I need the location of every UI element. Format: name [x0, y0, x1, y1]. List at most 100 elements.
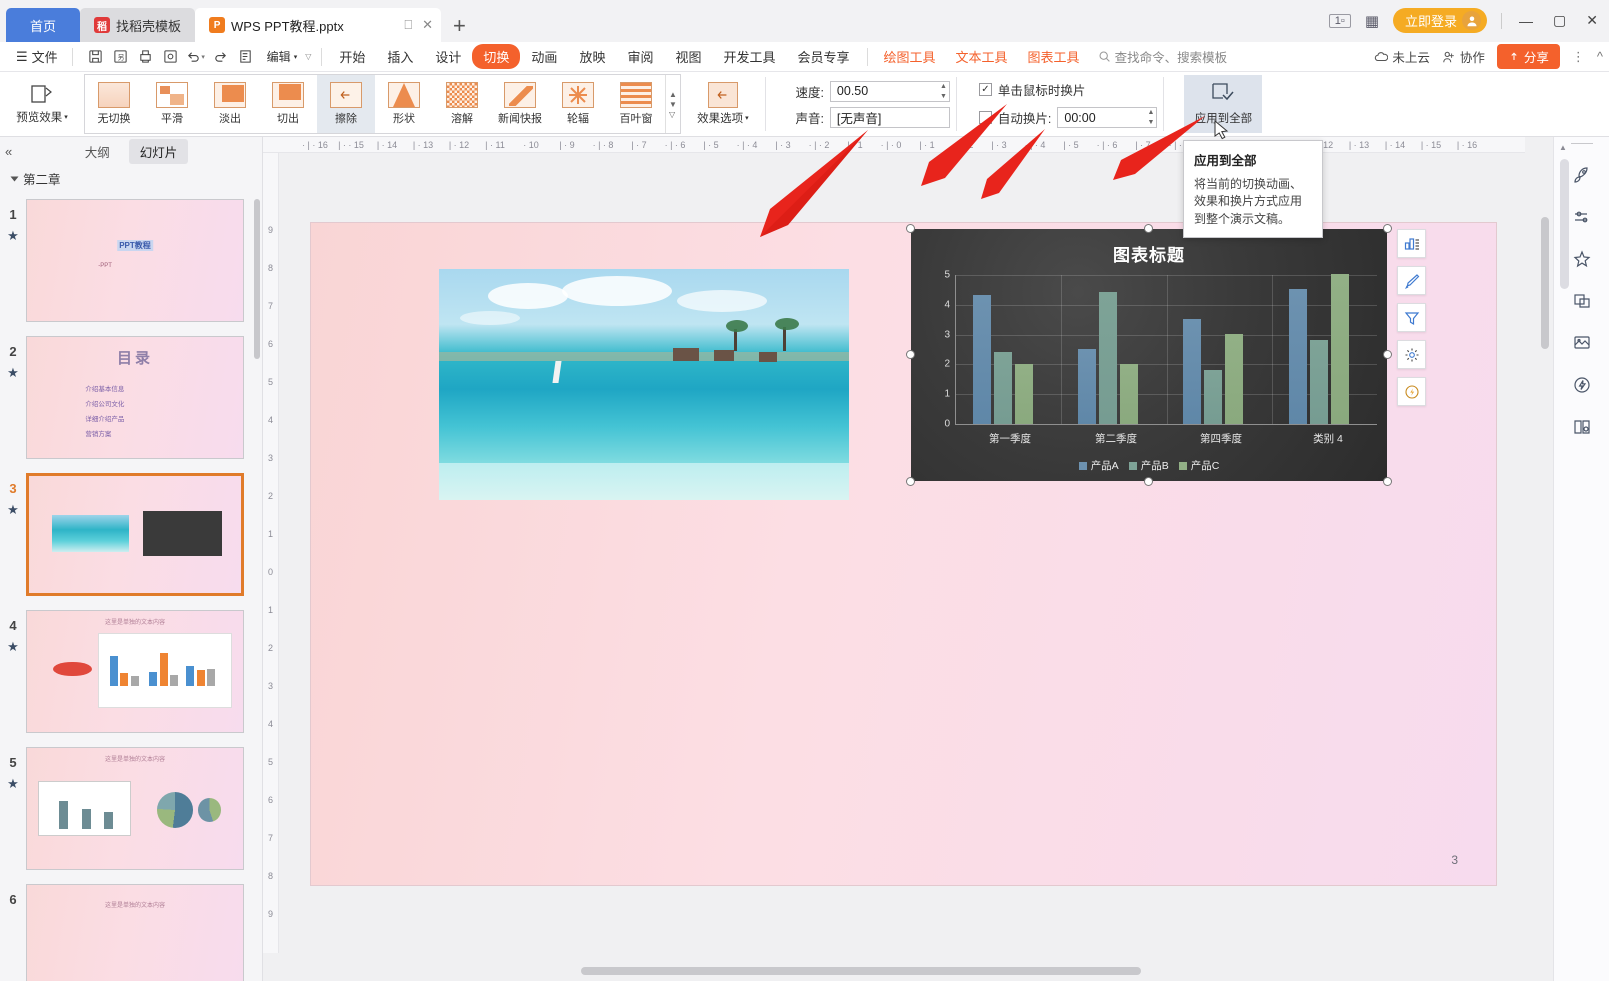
- slide-thumbnail-list[interactable]: 1 ★ PPT教程 -PPT 2 ★ 目录: [0, 199, 254, 981]
- tab-view[interactable]: 视图: [664, 44, 712, 69]
- bar-product-c[interactable]: [1015, 364, 1033, 424]
- tab-review[interactable]: 审阅: [616, 44, 664, 69]
- chevron-down-icon-2[interactable]: ▽: [305, 52, 311, 61]
- magic-star-icon[interactable]: [1569, 246, 1595, 272]
- chart-idea-icon[interactable]: [1397, 377, 1426, 406]
- more-vertical-icon[interactable]: ⋮: [1572, 49, 1585, 65]
- slides-panel-scrollbar[interactable]: [254, 199, 260, 359]
- rocket-icon[interactable]: [1569, 162, 1595, 188]
- slide-animation-star-icon[interactable]: ★: [0, 359, 26, 381]
- tab-docer-template[interactable]: 稻 找稻壳模板: [80, 8, 195, 42]
- transition-newsflash[interactable]: 新闻快报: [491, 75, 549, 133]
- save-icon[interactable]: [85, 46, 107, 68]
- transition-wheel[interactable]: 轮辐: [549, 75, 607, 133]
- preview-effect-button[interactable]: 预览效果 ▾: [4, 83, 80, 125]
- bar-product-b[interactable]: [1204, 370, 1222, 424]
- chart-elements-icon[interactable]: [1397, 229, 1426, 258]
- tab-drawing-tools[interactable]: 绘图工具: [874, 44, 946, 69]
- bar-product-b[interactable]: [1310, 340, 1328, 424]
- transition-cut[interactable]: 切出: [259, 75, 317, 133]
- resize-handle-ne[interactable]: [1383, 224, 1392, 233]
- book-icon[interactable]: [1569, 414, 1595, 440]
- new-tab-button[interactable]: +: [453, 13, 466, 39]
- chart-style-icon[interactable]: [1397, 266, 1426, 295]
- slide-editing-canvas[interactable]: 图表标题 0 1 2 3 4 5: [311, 223, 1496, 885]
- undo-icon[interactable]: ▾: [185, 46, 207, 68]
- transition-shape[interactable]: 形状: [375, 75, 433, 133]
- slide-list-item[interactable]: 6 这里是单独的文本内容: [0, 884, 254, 981]
- bar-product-a[interactable]: [973, 295, 991, 424]
- image-icon[interactable]: [1569, 330, 1595, 356]
- file-menu-button[interactable]: ☰ 文件: [8, 47, 66, 66]
- slide-animation-star-icon[interactable]: ★: [0, 633, 26, 655]
- sliders-icon[interactable]: [1569, 204, 1595, 230]
- slide-list-item[interactable]: 5 ★ 这里是单独的文本内容: [0, 747, 254, 870]
- tab-outline[interactable]: 大纲: [74, 139, 121, 164]
- slide-photo-image[interactable]: [439, 269, 849, 500]
- save-as-icon[interactable]: 另: [110, 46, 132, 68]
- bar-product-b[interactable]: [1099, 292, 1117, 424]
- slide-thumbnail[interactable]: 目录 介绍基本信息 介绍公司文化 详细介绍产品 营销方案: [26, 336, 244, 459]
- tab-slides[interactable]: 幻灯片: [129, 139, 189, 164]
- section-header[interactable]: 第二章: [0, 165, 262, 194]
- slide-thumbnail[interactable]: 这里是单独的文本内容: [26, 884, 244, 981]
- resize-handle-e[interactable]: [1383, 350, 1392, 359]
- grid-icon[interactable]: ▦: [1365, 12, 1379, 30]
- chart-settings-icon[interactable]: [1397, 340, 1426, 369]
- tab-home[interactable]: 首页: [6, 8, 80, 42]
- close-icon[interactable]: ✕: [422, 17, 433, 33]
- slide-list-item[interactable]: 3 ★: [0, 473, 254, 596]
- maximize-button[interactable]: ▢: [1550, 12, 1569, 29]
- chart-filter-icon[interactable]: [1397, 303, 1426, 332]
- slide-thumbnail[interactable]: 这里是单独的文本内容: [26, 747, 244, 870]
- resize-handle-se[interactable]: [1383, 477, 1392, 486]
- bar-product-c[interactable]: [1225, 334, 1243, 424]
- tab-animation[interactable]: 动画: [520, 44, 568, 69]
- bar-product-a[interactable]: [1078, 349, 1096, 424]
- speed-stepper[interactable]: ▲▼: [940, 83, 947, 101]
- collaborate-button[interactable]: 协作: [1442, 47, 1485, 66]
- cloud-status-button[interactable]: 未上云: [1374, 47, 1430, 66]
- resize-handle-w[interactable]: [906, 350, 915, 359]
- tab-document[interactable]: P WPS PPT教程.pptx ⎕ ✕: [195, 8, 441, 42]
- scrollbar-thumb[interactable]: [1541, 217, 1549, 349]
- bar-product-c[interactable]: [1120, 364, 1138, 424]
- slide-list-item[interactable]: 4 ★ 这里是单独的文本内容: [0, 610, 254, 733]
- resize-handle-nw[interactable]: [906, 224, 915, 233]
- slide-animation-star-icon[interactable]: ★: [0, 770, 26, 792]
- window-close-button[interactable]: ✕: [1583, 12, 1601, 29]
- resize-handle-s[interactable]: [1144, 477, 1153, 486]
- bar-product-a[interactable]: [1289, 289, 1307, 424]
- canvas-horizontal-scrollbar[interactable]: [281, 966, 1523, 977]
- canvas-vertical-scrollbar[interactable]: [1539, 155, 1551, 951]
- transition-wipe[interactable]: 擦除: [317, 75, 375, 133]
- slide-thumbnail[interactable]: 这里是单独的文本内容: [26, 610, 244, 733]
- format-painter-icon[interactable]: [235, 46, 257, 68]
- bar-product-a[interactable]: [1183, 319, 1201, 424]
- transition-blinds[interactable]: 百叶窗: [607, 75, 665, 133]
- gallery-scroll-up-icon[interactable]: ▲: [669, 91, 677, 98]
- print-icon[interactable]: [135, 46, 157, 68]
- slide-list-item[interactable]: 1 ★ PPT教程 -PPT: [0, 199, 254, 322]
- transition-morph[interactable]: 平滑: [143, 75, 201, 133]
- tab-insert[interactable]: 插入: [376, 44, 424, 69]
- edit-mode-dropdown[interactable]: 编辑 ▾ ▽: [263, 48, 316, 65]
- tab-chart-tools[interactable]: 图表工具: [1018, 44, 1090, 69]
- redo-icon[interactable]: [210, 46, 232, 68]
- bar-product-c[interactable]: [1331, 274, 1349, 424]
- resize-handle-n[interactable]: [1144, 224, 1153, 233]
- scrollbar-thumb[interactable]: [581, 967, 1141, 975]
- minimize-button[interactable]: —: [1516, 13, 1536, 29]
- slide-animation-star-icon[interactable]: ★: [0, 496, 26, 518]
- click-advance-checkbox[interactable]: ✓: [979, 83, 992, 96]
- collapse-left-icon[interactable]: «: [5, 144, 12, 159]
- idea-icon[interactable]: [1569, 372, 1595, 398]
- tab-transition[interactable]: 切换: [472, 44, 520, 69]
- search-command-box[interactable]: 查找命令、搜索模板: [1098, 47, 1228, 66]
- slide-thumbnail[interactable]: PPT教程 -PPT: [26, 199, 244, 322]
- share-button[interactable]: 分享: [1497, 44, 1560, 69]
- slide-list-item[interactable]: 2 ★ 目录 介绍基本信息 介绍公司文化 详细介绍产品 营销方案: [0, 336, 254, 459]
- transition-dissolve[interactable]: 溶解: [433, 75, 491, 133]
- chevron-up-icon[interactable]: ^: [1597, 49, 1603, 64]
- tab-text-tools[interactable]: 文本工具: [946, 44, 1018, 69]
